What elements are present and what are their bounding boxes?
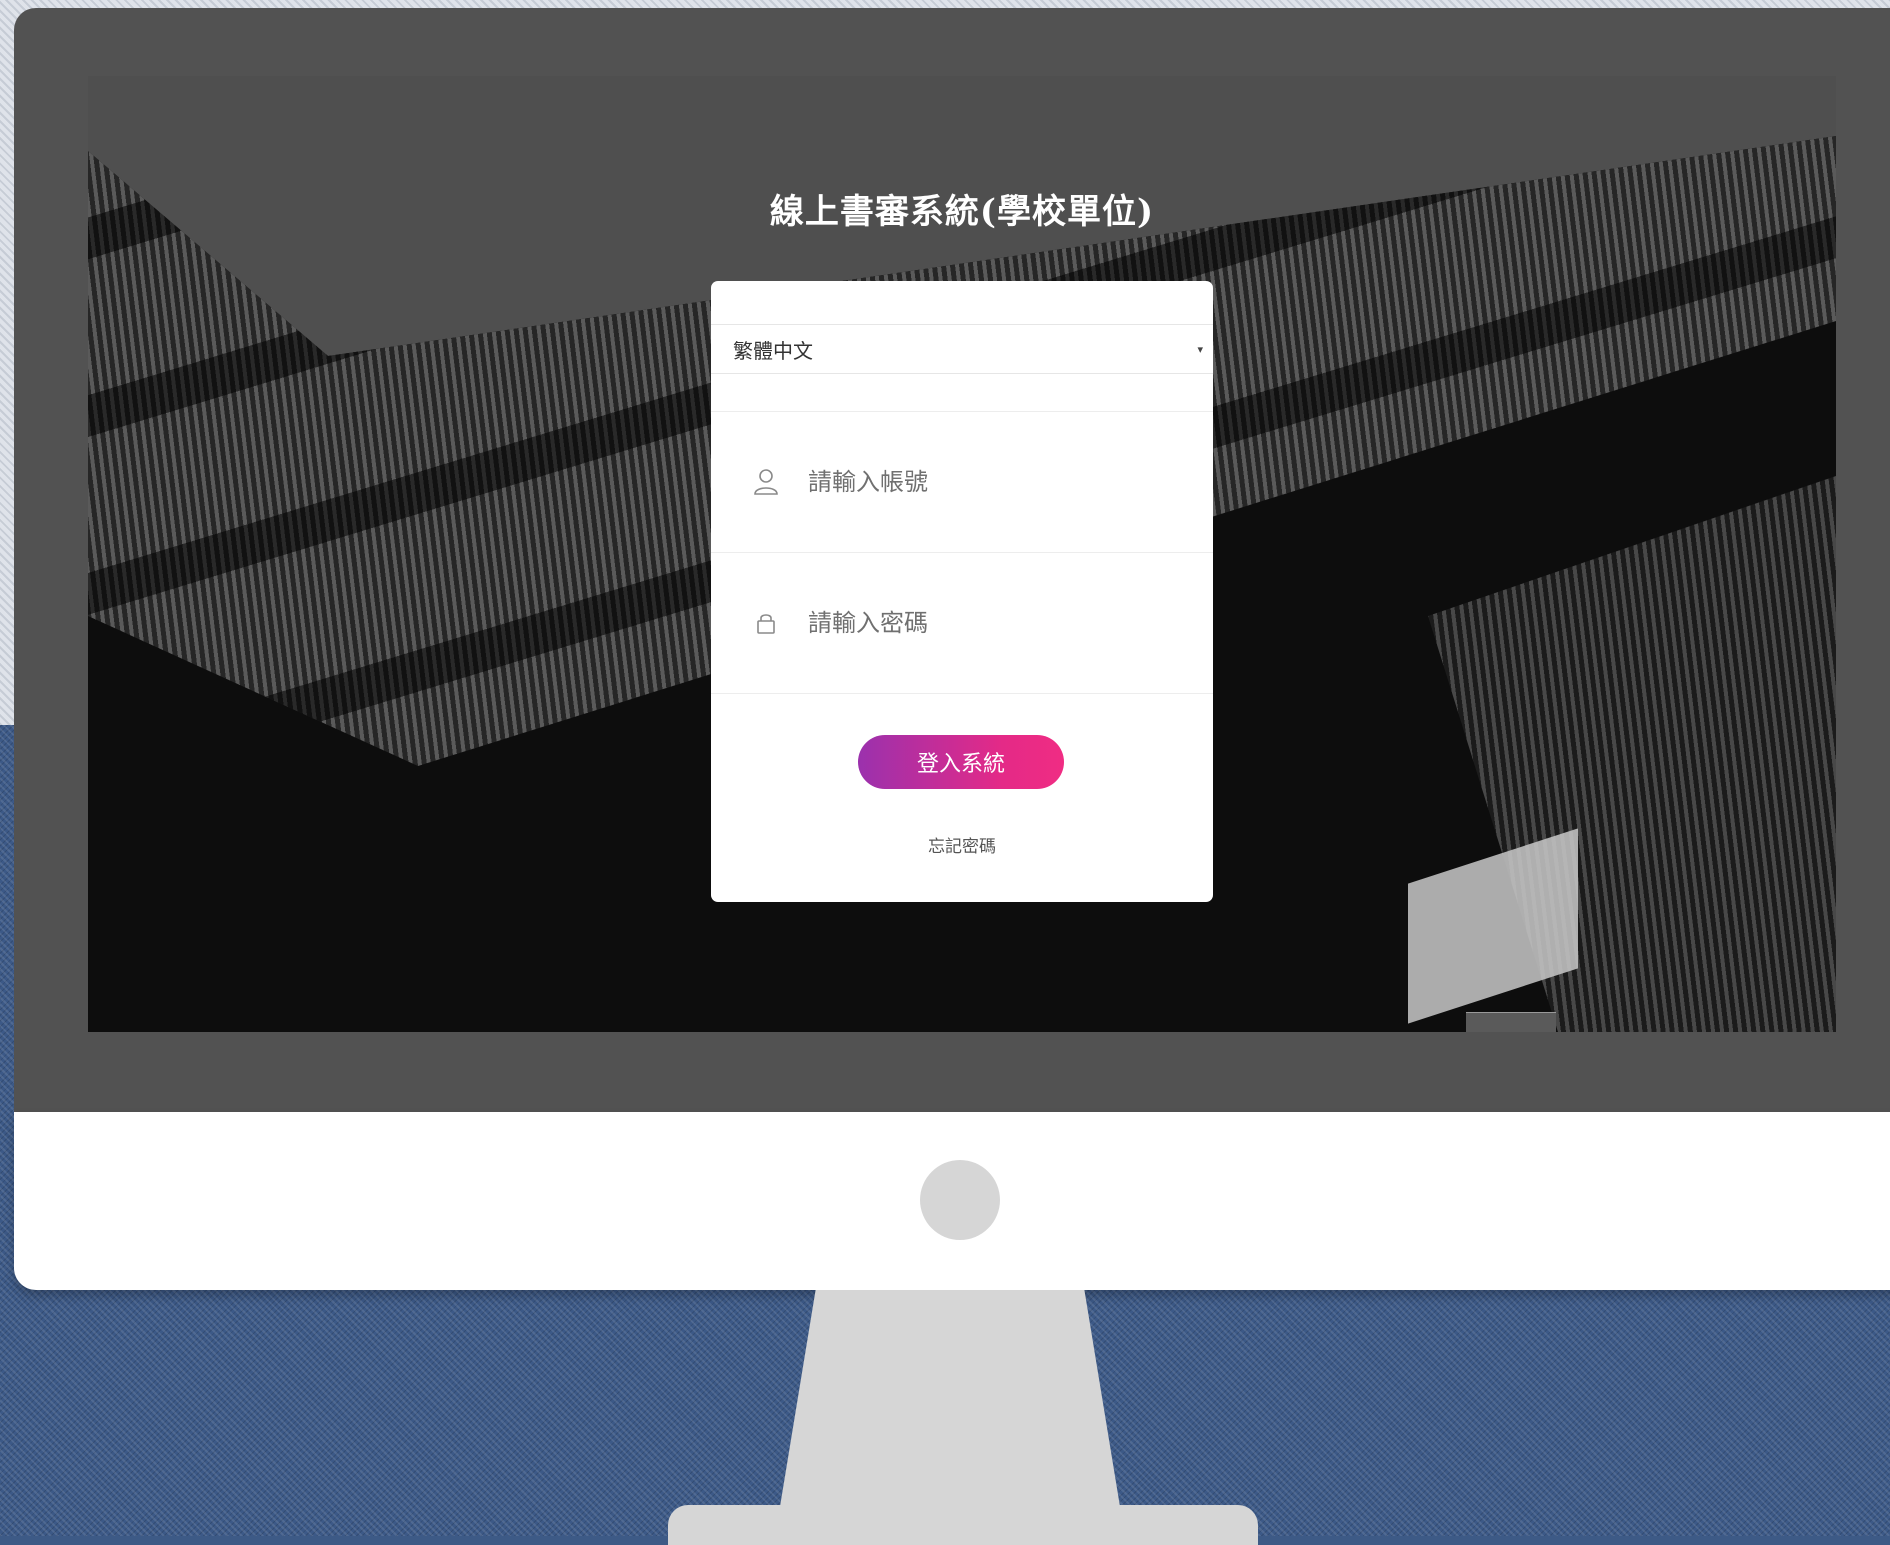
password-field: [711, 553, 1213, 693]
monitor-logo: [920, 1160, 1000, 1240]
login-button[interactable]: 登入系統: [858, 735, 1064, 789]
user-icon: [751, 467, 781, 497]
monitor-screen: 線上書審系統(學校單位) 繁體中文 ▾ 請輸入帳號 登入系統 忘記密碼: [88, 76, 1836, 1032]
login-card: 繁體中文 ▾ 登入系統 忘記密碼: [711, 281, 1213, 902]
username-field: [711, 412, 1213, 552]
forgot-password-link[interactable]: 忘記密碼: [711, 832, 1213, 857]
username-input[interactable]: [806, 467, 1170, 497]
monitor-stand-base: [668, 1505, 1258, 1545]
language-select[interactable]: 繁體中文 ▾: [711, 324, 1213, 374]
divider: [711, 693, 1213, 694]
language-select-value: 繁體中文: [733, 338, 813, 363]
caret-down-icon: ▾: [1197, 342, 1203, 356]
password-input[interactable]: [806, 608, 1170, 638]
taskbar-fragment: [1466, 1012, 1556, 1032]
page-title: 線上書審系統(學校單位): [769, 192, 1155, 232]
lock-icon: [751, 608, 781, 638]
